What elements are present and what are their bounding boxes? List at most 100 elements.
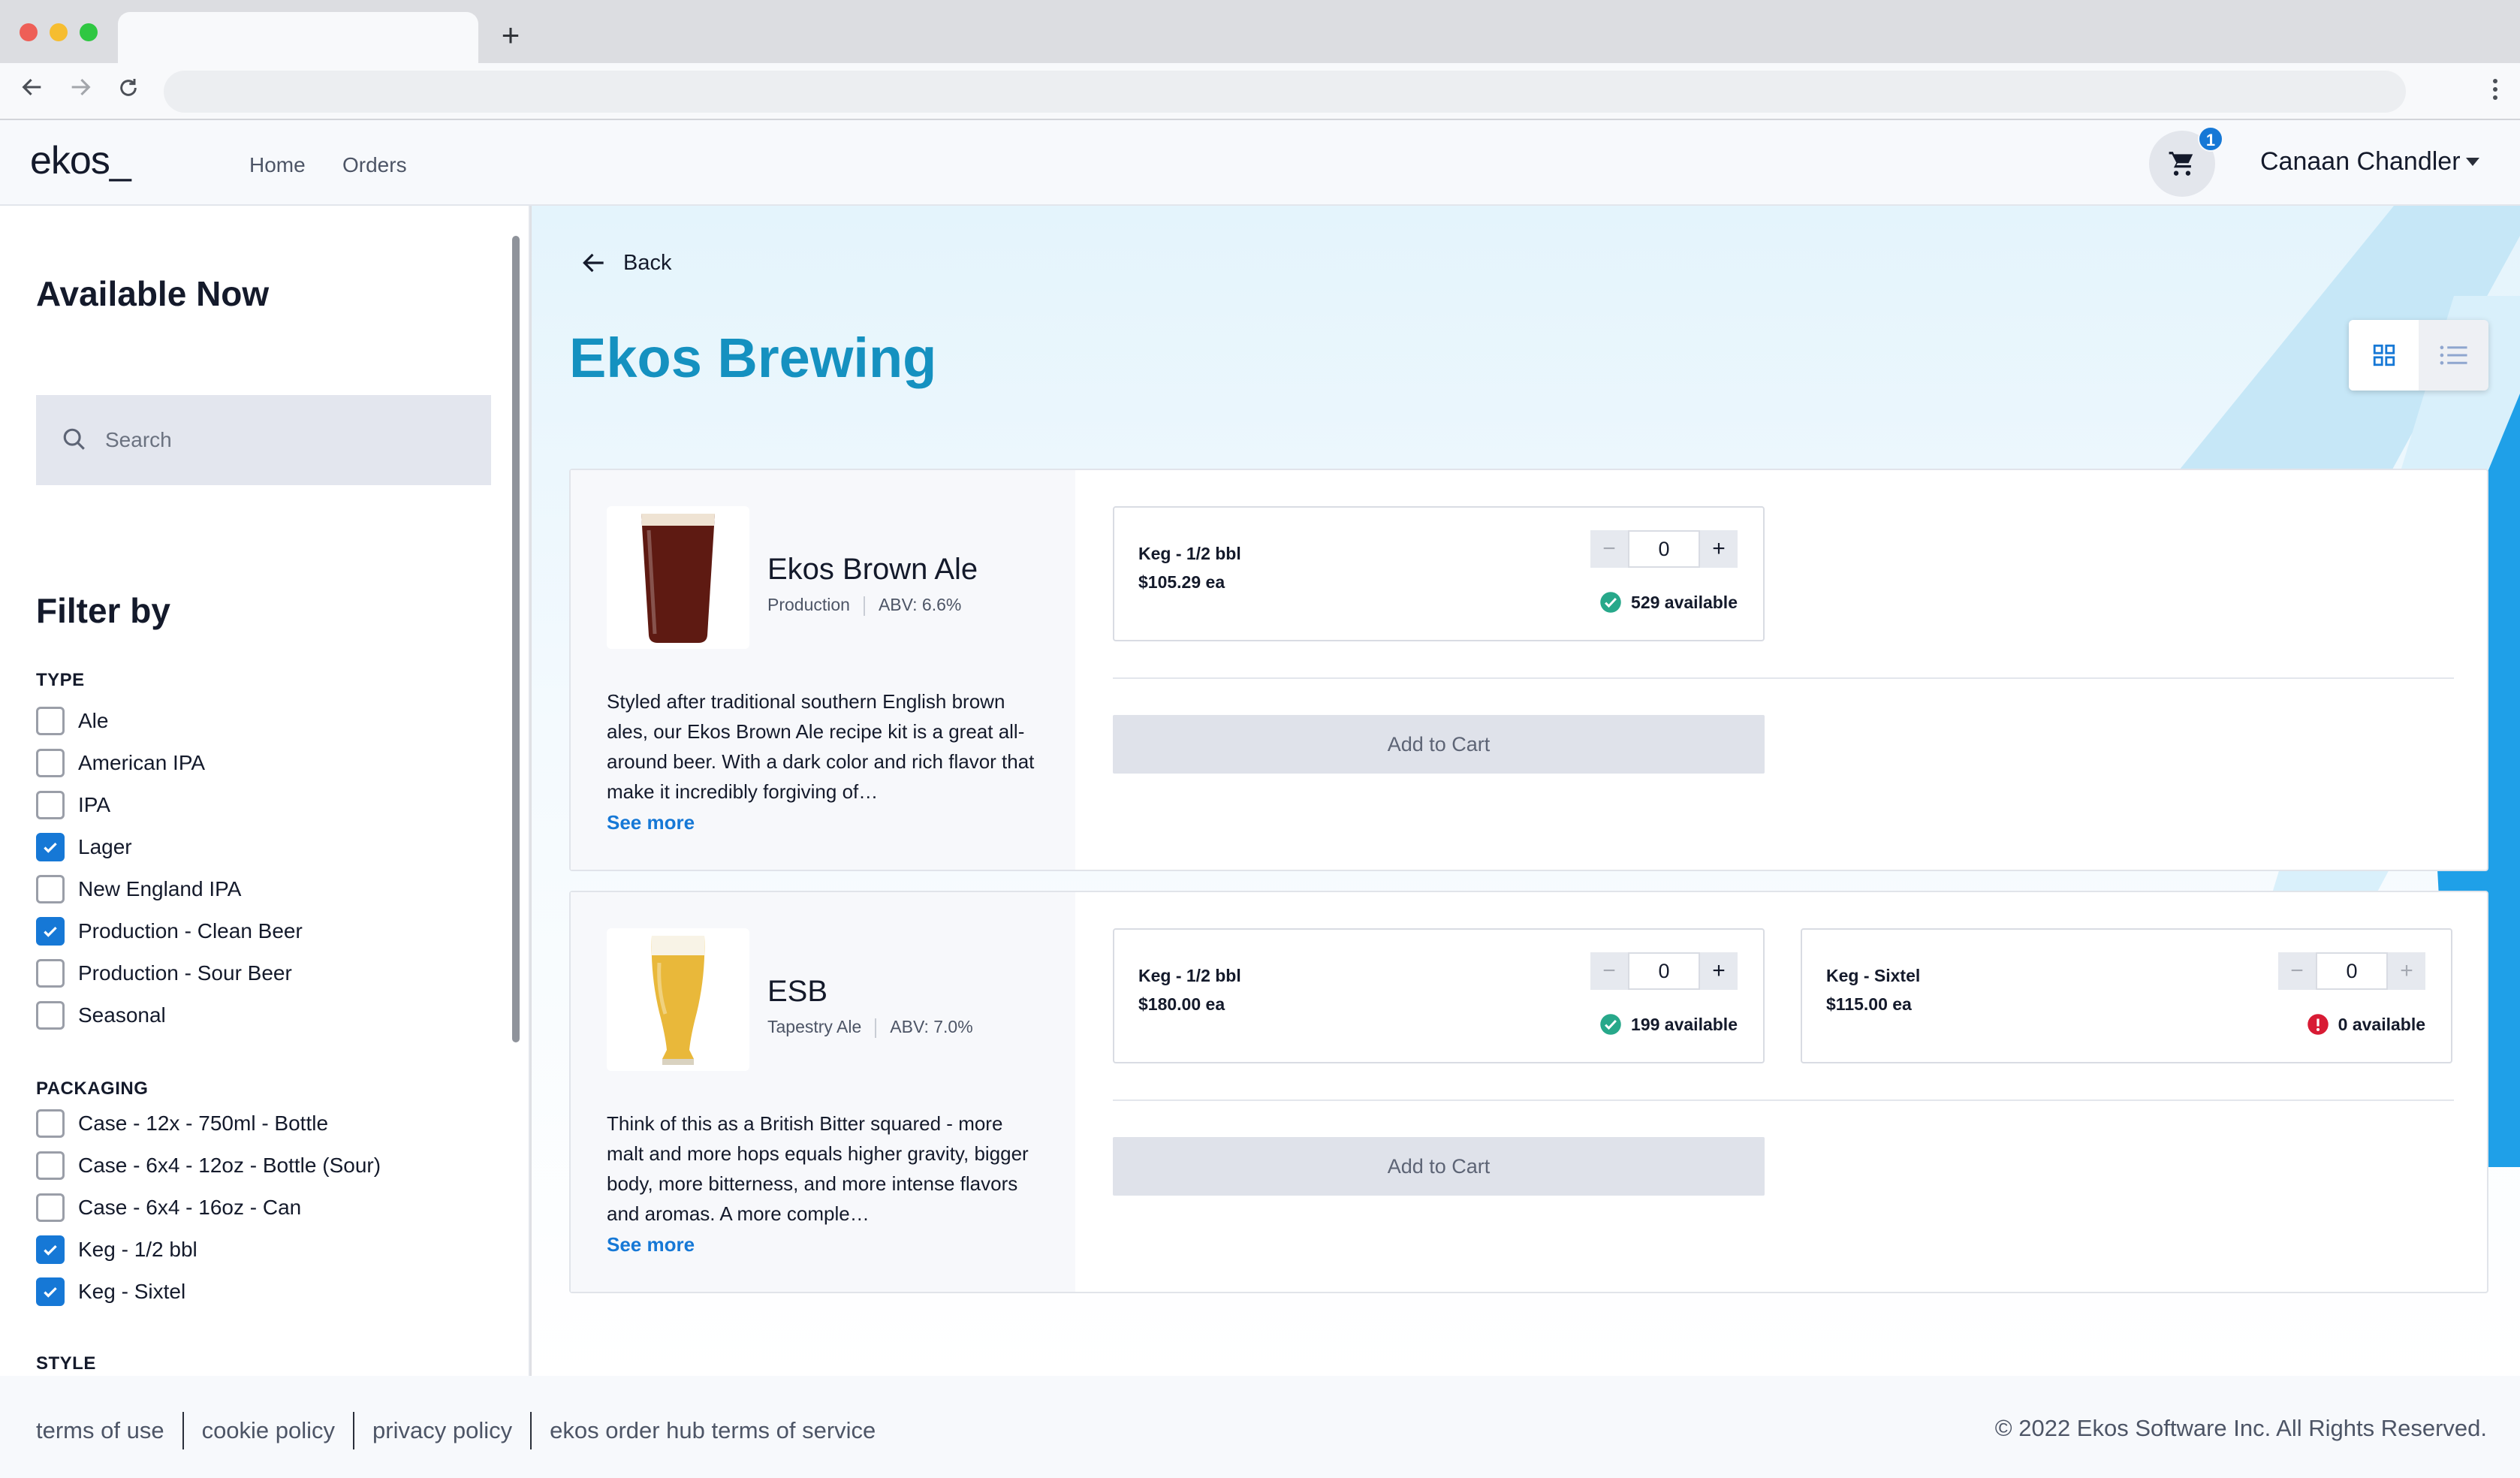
- cart-count-badge: 1: [2198, 126, 2223, 152]
- filter-checkbox[interactable]: [36, 917, 65, 946]
- product-abv: ABV: 6.6%: [878, 595, 962, 614]
- address-bar[interactable]: [164, 71, 2406, 113]
- increment-button[interactable]: +: [1700, 952, 1738, 990]
- filter-option[interactable]: IPA: [36, 790, 110, 820]
- quantity-input[interactable]: 0: [1628, 952, 1700, 990]
- filter-checkbox[interactable]: [36, 1001, 65, 1030]
- availability-text: 529 available: [1631, 592, 1738, 612]
- footer-separator: [530, 1412, 532, 1449]
- cart-icon: [2169, 152, 2193, 176]
- product-info: ESB Tapestry Ale ABV: 7.0% Think of this …: [571, 892, 1075, 1292]
- search-placeholder: Search: [105, 428, 172, 451]
- list-view-button[interactable]: [2419, 320, 2488, 391]
- search-input[interactable]: Search: [36, 395, 491, 485]
- filter-option[interactable]: Keg - Sixtel: [36, 1277, 185, 1307]
- filter-option-label: Seasonal: [78, 1003, 166, 1027]
- product-name[interactable]: Ekos Brown Ale: [767, 553, 978, 587]
- ekos-logo[interactable]: ekos_: [30, 138, 131, 183]
- variant-price: $105.29 ea: [1138, 572, 1225, 592]
- filter-option-label: Keg - 1/2 bbl: [78, 1238, 197, 1261]
- filter-group-type-title: TYPE: [36, 670, 85, 690]
- filter-option-label: Production - Clean Beer: [78, 919, 303, 943]
- cookie-policy-link[interactable]: cookie policy: [202, 1417, 335, 1444]
- arrow-right-icon[interactable]: [63, 74, 98, 108]
- filter-checkbox[interactable]: [36, 1151, 65, 1180]
- filter-checkbox[interactable]: [36, 1235, 65, 1264]
- filter-option-label: Production - Sour Beer: [78, 961, 292, 985]
- filter-checkbox[interactable]: [36, 1193, 65, 1222]
- browser-toolbar: [0, 63, 2520, 120]
- filter-option-label: Lager: [78, 835, 132, 858]
- product-image[interactable]: [607, 506, 749, 649]
- filter-option[interactable]: Case - 6x4 - 12oz - Bottle (Sour): [36, 1151, 381, 1181]
- product-image[interactable]: [607, 928, 749, 1071]
- sidebar-scrollbar[interactable]: [512, 236, 520, 1042]
- increment-button[interactable]: +: [1700, 530, 1738, 568]
- increment-button[interactable]: +: [2388, 952, 2425, 990]
- variant-name: Keg - Sixtel: [1826, 966, 1921, 985]
- arrow-left-icon[interactable]: [15, 74, 50, 108]
- meta-separator: [863, 596, 865, 616]
- terms-of-use-link[interactable]: terms of use: [36, 1417, 164, 1444]
- filter-checkbox[interactable]: [36, 833, 65, 861]
- add-to-cart-button[interactable]: Add to Cart: [1113, 1137, 1765, 1196]
- see-more-link[interactable]: See more: [607, 811, 695, 834]
- filter-option[interactable]: Keg - 1/2 bbl: [36, 1235, 197, 1265]
- order-hub-terms-link[interactable]: ekos order hub terms of service: [550, 1417, 876, 1444]
- grid-icon: [2373, 344, 2395, 366]
- alert-circle-icon: [2307, 1014, 2329, 1035]
- add-to-cart-button[interactable]: Add to Cart: [1113, 715, 1765, 774]
- product-card: ESB Tapestry Ale ABV: 7.0% Think of this …: [569, 891, 2488, 1293]
- browser-menu-icon[interactable]: [2484, 74, 2506, 108]
- filter-checkbox[interactable]: [36, 1109, 65, 1138]
- filter-option-label: Keg - Sixtel: [78, 1280, 186, 1303]
- product-meta: Production ABV: 6.6%: [767, 595, 961, 616]
- divider: [1113, 677, 2454, 679]
- browser-tab[interactable]: [118, 12, 478, 63]
- filter-checkbox[interactable]: [36, 959, 65, 988]
- filter-checkbox[interactable]: [36, 707, 65, 735]
- filter-option[interactable]: New England IPA: [36, 874, 241, 904]
- footer-separator: [353, 1412, 355, 1449]
- filter-option[interactable]: Case - 6x4 - 16oz - Can: [36, 1193, 301, 1223]
- page-title: Ekos Brewing: [569, 327, 937, 389]
- reload-icon[interactable]: [111, 74, 146, 108]
- filter-option[interactable]: Ale: [36, 706, 108, 736]
- filter-checkbox[interactable]: [36, 875, 65, 903]
- checkmark-icon: [44, 1286, 57, 1298]
- quantity-input[interactable]: 0: [1628, 530, 1700, 568]
- back-link[interactable]: Back: [580, 248, 671, 278]
- variant-option: Keg - Sixtel $115.00 ea − 0 + 0 availabl…: [1801, 928, 2452, 1063]
- maximize-window-button[interactable]: [80, 23, 98, 41]
- grid-view-button[interactable]: [2349, 320, 2419, 391]
- variant-option: Keg - 1/2 bbl $180.00 ea − 0 + 199 avail…: [1113, 928, 1765, 1063]
- nav-home-link[interactable]: Home: [249, 153, 306, 177]
- filter-sidebar: Available Now Search Filter by TYPE Ale A…: [0, 206, 530, 1376]
- close-window-button[interactable]: [20, 23, 38, 41]
- filter-option-label: Case - 6x4 - 16oz - Can: [78, 1196, 302, 1219]
- quantity-input[interactable]: 0: [2316, 952, 2388, 990]
- filter-checkbox[interactable]: [36, 749, 65, 777]
- filter-option[interactable]: Lager: [36, 832, 132, 862]
- search-icon: [63, 428, 85, 450]
- filter-option[interactable]: Production - Sour Beer: [36, 958, 292, 988]
- caret-down-icon[interactable]: [2466, 158, 2479, 166]
- filter-checkbox[interactable]: [36, 1277, 65, 1306]
- filter-option[interactable]: Seasonal: [36, 1000, 166, 1030]
- product-name[interactable]: ESB: [767, 975, 827, 1009]
- checkmark-icon: [44, 1244, 57, 1256]
- privacy-policy-link[interactable]: privacy policy: [372, 1417, 512, 1444]
- filter-option[interactable]: Production - Clean Beer: [36, 916, 303, 946]
- check-circle-icon: [1600, 592, 1621, 613]
- decrement-button[interactable]: −: [1590, 530, 1628, 568]
- nav-orders-link[interactable]: Orders: [342, 153, 407, 177]
- minimize-window-button[interactable]: [50, 23, 68, 41]
- filter-option[interactable]: American IPA: [36, 748, 205, 778]
- filter-option[interactable]: Case - 12x - 750ml - Bottle: [36, 1108, 328, 1139]
- see-more-link[interactable]: See more: [607, 1233, 695, 1256]
- filter-checkbox[interactable]: [36, 791, 65, 819]
- new-tab-button[interactable]: +: [496, 17, 526, 54]
- user-menu-name[interactable]: Canaan Chandler: [2260, 147, 2461, 176]
- decrement-button[interactable]: −: [1590, 952, 1628, 990]
- decrement-button[interactable]: −: [2278, 952, 2316, 990]
